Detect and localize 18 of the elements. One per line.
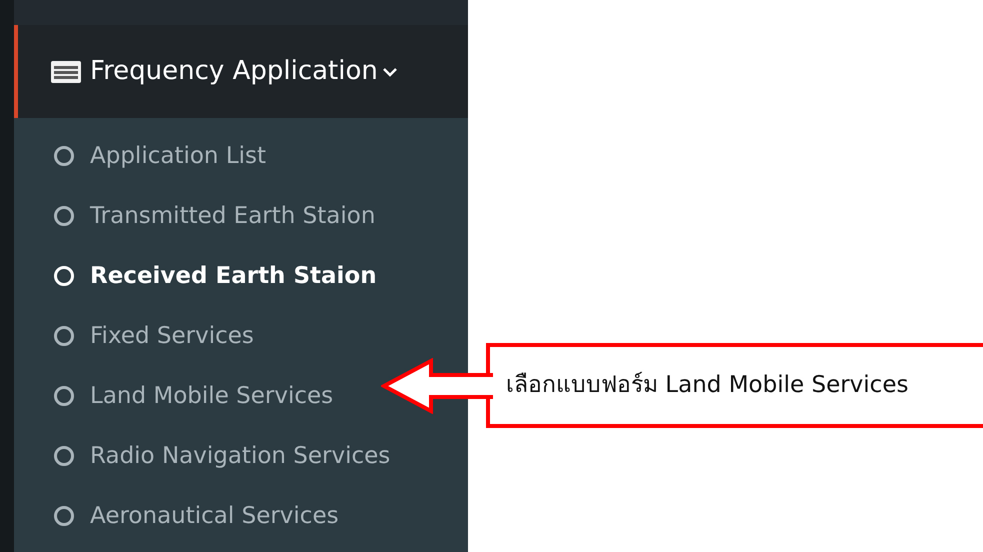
menu-item[interactable]: Radio Navigation Services — [14, 426, 398, 486]
list-icon — [50, 60, 82, 84]
circle-icon — [54, 446, 74, 466]
menu-item[interactable]: Fixed Services — [14, 306, 262, 366]
menu-item[interactable]: Received Earth Staion — [14, 246, 385, 306]
menu-header[interactable]: Frequency Application — [14, 25, 468, 118]
circle-icon — [54, 326, 74, 346]
circle-icon — [54, 146, 74, 166]
menu-item[interactable]: Land Mobile Services — [14, 366, 342, 426]
menu-header-title: Frequency Application — [90, 55, 378, 88]
menu-item[interactable]: Aeronautical Services — [14, 486, 347, 546]
circle-icon — [54, 266, 74, 286]
menu-item[interactable]: Transmitted Earth Staion — [14, 186, 384, 246]
circle-icon — [54, 506, 74, 526]
circle-icon — [54, 206, 74, 226]
callout-text: เลือกแบบฟอร์ม Land Mobile Services — [506, 370, 908, 400]
circle-icon — [54, 386, 74, 406]
menu-item[interactable]: Application List — [14, 126, 274, 186]
